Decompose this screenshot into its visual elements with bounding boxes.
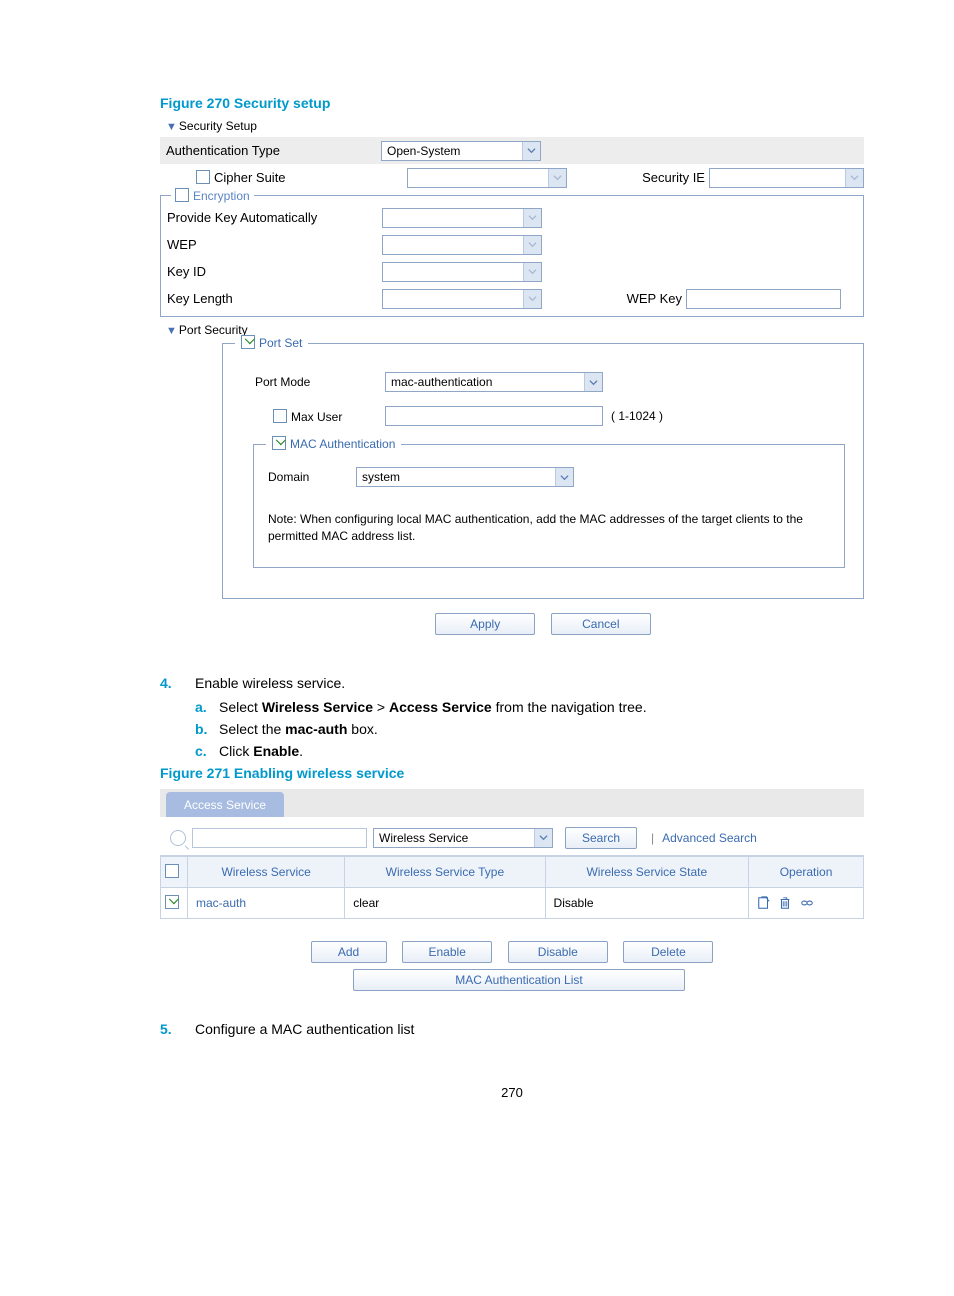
step-5: 5. Configure a MAC authentication list bbox=[160, 1021, 864, 1037]
edit-icon[interactable] bbox=[757, 895, 775, 909]
th-operation: Operation bbox=[749, 856, 864, 887]
port-set-legend: Port Set bbox=[259, 336, 302, 350]
tab-bar: Access Service bbox=[160, 789, 864, 817]
domain-select[interactable]: system bbox=[356, 467, 574, 487]
step-4a: a. Select Wireless Service > Access Serv… bbox=[195, 699, 864, 715]
chevron-down-icon bbox=[584, 373, 602, 391]
delete-button[interactable]: Delete bbox=[623, 941, 713, 963]
step-4-text: Enable wireless service. bbox=[195, 675, 345, 691]
wep-label: WEP bbox=[167, 237, 382, 252]
chevron-down-icon bbox=[845, 169, 863, 187]
add-button[interactable]: Add bbox=[311, 941, 387, 963]
chevron-down-icon bbox=[522, 142, 540, 160]
max-user-checkbox[interactable] bbox=[273, 409, 287, 423]
domain-value: system bbox=[357, 468, 555, 488]
figure-270-caption: Figure 270 Security setup bbox=[160, 95, 864, 111]
auth-type-value: Open-System bbox=[382, 142, 522, 162]
max-user-input[interactable] bbox=[385, 406, 603, 426]
auth-type-label: Authentication Type bbox=[166, 143, 381, 158]
wireless-service-table: Wireless Service Wireless Service Type W… bbox=[160, 856, 864, 919]
search-icon bbox=[170, 830, 186, 846]
key-id-label: Key ID bbox=[167, 264, 382, 279]
step-4-number: 4. bbox=[160, 675, 195, 691]
cipher-suite-label: Cipher Suite bbox=[214, 170, 286, 185]
cipher-suite-select[interactable] bbox=[407, 168, 567, 188]
chevron-down-icon bbox=[523, 209, 541, 227]
advanced-search-link[interactable]: Advanced Search bbox=[662, 831, 757, 845]
page-number: 270 bbox=[160, 1085, 864, 1100]
mac-auth-legend: MAC Authentication bbox=[290, 437, 395, 451]
step-4b: b. Select the mac-auth box. bbox=[195, 721, 864, 737]
separator: | bbox=[651, 831, 654, 845]
chevron-down-icon bbox=[555, 468, 573, 486]
cipher-suite-row: Cipher Suite bbox=[166, 170, 407, 185]
port-mode-label: Port Mode bbox=[255, 375, 385, 389]
mac-auth-list-button[interactable]: MAC Authentication List bbox=[353, 969, 685, 991]
domain-label: Domain bbox=[268, 470, 356, 484]
delete-icon[interactable] bbox=[778, 895, 796, 909]
chevron-down-icon bbox=[523, 263, 541, 281]
step-4a-letter: a. bbox=[195, 699, 219, 715]
figure-271-caption: Figure 271 Enabling wireless service bbox=[160, 765, 864, 781]
row-checkbox[interactable] bbox=[165, 895, 179, 909]
table-row: mac-auth clear Disable bbox=[161, 887, 864, 918]
step-4c: c. Click Enable. bbox=[195, 743, 864, 759]
search-field-value: Wireless Service bbox=[374, 829, 534, 849]
cancel-button[interactable]: Cancel bbox=[551, 613, 651, 635]
port-set-fieldset: Port Set Port Mode mac-authentication Ma… bbox=[222, 343, 864, 599]
wireless-service-link[interactable]: mac-auth bbox=[188, 887, 345, 918]
collapse-triangle-icon: ▼ bbox=[166, 325, 177, 337]
provide-key-select[interactable] bbox=[382, 208, 542, 228]
encryption-fieldset: Encryption Provide Key Automatically WEP… bbox=[160, 195, 864, 317]
chevron-down-icon bbox=[523, 236, 541, 254]
port-mode-select[interactable]: mac-authentication bbox=[385, 372, 603, 392]
step-4: 4. Enable wireless service. bbox=[160, 675, 864, 691]
security-ie-select[interactable] bbox=[709, 168, 864, 188]
chevron-down-icon bbox=[548, 169, 566, 187]
auth-type-select[interactable]: Open-System bbox=[381, 141, 541, 161]
step-5-text: Configure a MAC authentication list bbox=[195, 1021, 414, 1037]
provide-key-label: Provide Key Automatically bbox=[167, 210, 382, 225]
max-user-label: Max User bbox=[291, 410, 342, 424]
th-wireless-service-type[interactable]: Wireless Service Type bbox=[345, 856, 545, 887]
cipher-suite-checkbox[interactable] bbox=[196, 170, 210, 184]
port-set-checkbox[interactable] bbox=[241, 335, 255, 349]
mac-authentication-fieldset: MAC Authentication Domain system Note: W… bbox=[253, 444, 845, 568]
tab-access-service[interactable]: Access Service bbox=[166, 792, 284, 817]
security-ie-label: Security IE bbox=[636, 170, 709, 185]
port-mode-value: mac-authentication bbox=[386, 373, 584, 393]
chevron-down-icon bbox=[534, 829, 552, 847]
wireless-service-type: clear bbox=[345, 887, 545, 918]
key-length-label: Key Length bbox=[167, 291, 382, 306]
security-setup-label: Security Setup bbox=[179, 119, 257, 133]
security-setup-header[interactable]: ▼Security Setup bbox=[166, 119, 864, 133]
chevron-down-icon bbox=[523, 290, 541, 308]
step-4c-letter: c. bbox=[195, 743, 219, 759]
th-wireless-service-state[interactable]: Wireless Service State bbox=[545, 856, 749, 887]
select-all-checkbox[interactable] bbox=[165, 864, 179, 878]
search-input[interactable] bbox=[192, 828, 367, 848]
disable-button[interactable]: Disable bbox=[508, 941, 608, 963]
mac-auth-checkbox[interactable] bbox=[272, 436, 286, 450]
encryption-checkbox[interactable] bbox=[175, 188, 189, 202]
mac-note: Note: When configuring local MAC authent… bbox=[268, 511, 830, 545]
step-5-number: 5. bbox=[160, 1021, 195, 1037]
step-4b-letter: b. bbox=[195, 721, 219, 737]
collapse-triangle-icon: ▼ bbox=[166, 121, 177, 133]
apply-button[interactable]: Apply bbox=[435, 613, 535, 635]
encryption-legend: Encryption bbox=[193, 189, 250, 203]
search-field-select[interactable]: Wireless Service bbox=[373, 828, 553, 848]
wep-select[interactable] bbox=[382, 235, 542, 255]
th-wireless-service[interactable]: Wireless Service bbox=[188, 856, 345, 887]
search-button[interactable]: Search bbox=[565, 827, 637, 849]
key-length-select[interactable] bbox=[382, 289, 542, 309]
max-user-range: ( 1-1024 ) bbox=[611, 409, 663, 423]
link-icon[interactable] bbox=[800, 895, 818, 909]
wep-key-input[interactable] bbox=[686, 289, 841, 309]
wep-key-label: WEP Key bbox=[612, 291, 686, 306]
key-id-select[interactable] bbox=[382, 262, 542, 282]
enable-button[interactable]: Enable bbox=[402, 941, 492, 963]
wireless-service-state: Disable bbox=[545, 887, 749, 918]
